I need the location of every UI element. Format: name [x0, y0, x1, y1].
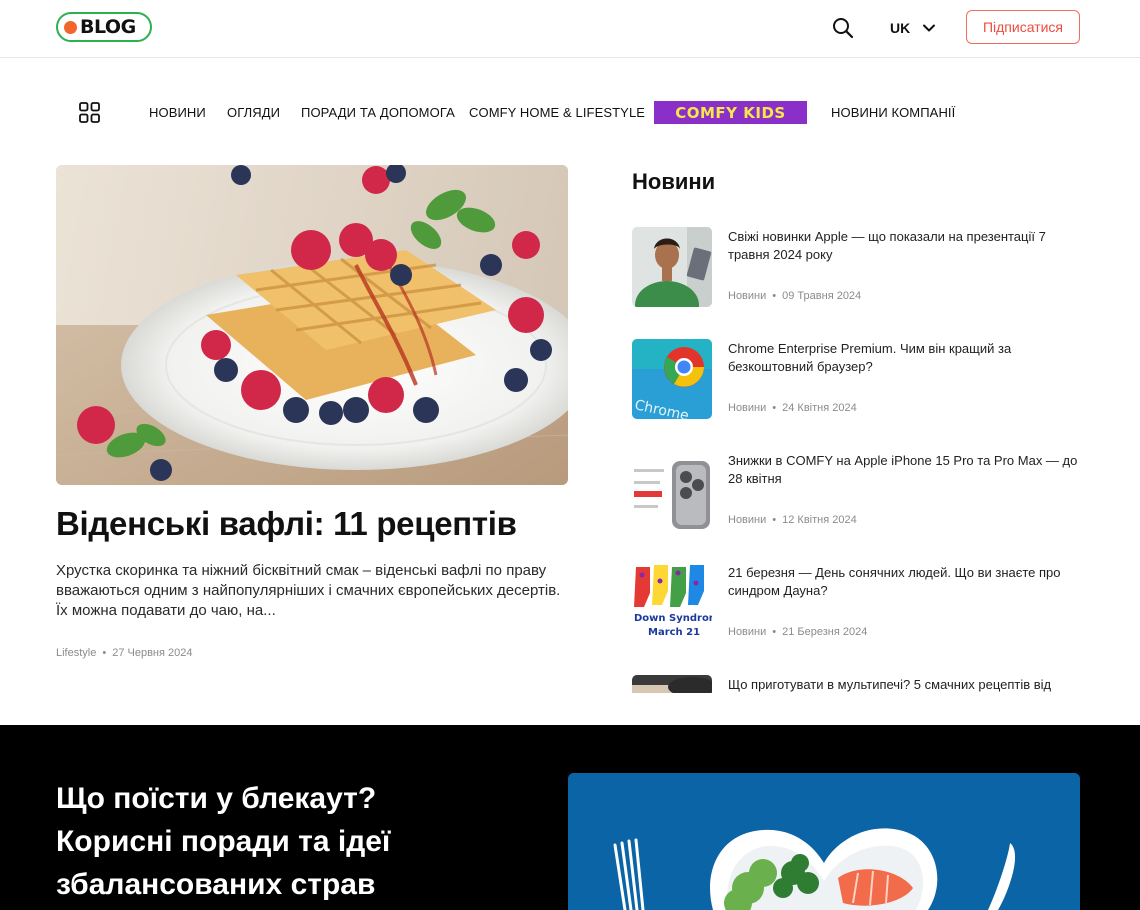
nav-item-news[interactable]: НОВИНИ: [149, 105, 206, 120]
news-meta: Новини • 24 Квітня 2024: [728, 402, 857, 414]
language-label: UK: [890, 20, 911, 36]
site-header: BLOG UK Підписатися: [0, 0, 1140, 58]
news-title[interactable]: Що приготувати в мультипечі? 5 смачних р…: [728, 676, 1080, 693]
news-list: Свіжі новинки Apple — що показали на пре…: [632, 227, 1082, 693]
news-item[interactable]: Знижки в COMFY на Apple iPhone 15 Pro та…: [632, 451, 1082, 531]
grid-menu-icon[interactable]: [79, 102, 100, 123]
nav-item-comfy-kids[interactable]: COMFY KIDS: [654, 101, 807, 124]
featured-meta: Lifestyle • 27 Червня 2024: [56, 647, 192, 659]
news-title[interactable]: Chrome Enterprise Premium. Чим він кращи…: [728, 340, 1080, 376]
down-syndrome-thumb-text: Down Syndrome: [634, 613, 712, 624]
news-category[interactable]: Новини: [728, 514, 766, 526]
chevron-down-icon: [923, 24, 936, 32]
logo-text: BLOG: [80, 16, 136, 38]
news-meta: Новини • 12 Квітня 2024: [728, 514, 857, 526]
news-item[interactable]: Down Syndrome March 21 21 березня — День…: [632, 563, 1082, 643]
news-item[interactable]: Свіжі новинки Apple — що показали на пре…: [632, 227, 1082, 307]
news-title[interactable]: Знижки в COMFY на Apple iPhone 15 Pro та…: [728, 452, 1080, 488]
news-section-heading: Новини: [632, 169, 716, 194]
nav-item-home-lifestyle[interactable]: COMFY HOME & LIFESTYLE: [469, 105, 645, 120]
meta-separator: •: [102, 647, 107, 659]
promo-section: Що поїсти у блекаут? Корисні поради та і…: [0, 725, 1140, 910]
news-title[interactable]: 21 березня — День сонячних людей. Що ви …: [728, 564, 1080, 600]
comfy-kids-logo-text: COMFY KIDS: [675, 103, 786, 122]
news-item[interactable]: Що приготувати в мультипечі? 5 смачних р…: [632, 675, 1082, 693]
featured-excerpt: Хрустка скоринка та ніжний бісквітний см…: [56, 562, 561, 619]
news-thumbnail: [632, 227, 712, 307]
march21-thumb-text: March 21: [648, 627, 700, 638]
news-category[interactable]: Новини: [728, 402, 766, 414]
language-selector[interactable]: UK: [890, 17, 936, 39]
news-thumbnail: [632, 675, 712, 693]
news-date: 09 Травня 2024: [782, 290, 862, 302]
featured-date: 27 Червня 2024: [112, 647, 193, 659]
news-thumbnail: [632, 451, 712, 531]
subscribe-button[interactable]: Підписатися: [966, 10, 1080, 44]
nav-item-tips[interactable]: ПОРАДИ ТА ДОПОМОГА: [301, 105, 455, 120]
category-nav: НОВИНИ ОГЛЯДИ ПОРАДИ ТА ДОПОМОГА COMFY H…: [0, 92, 1140, 132]
news-category[interactable]: Новини: [728, 626, 766, 638]
news-thumbnail: Down Syndrome March 21: [632, 563, 712, 643]
featured-category[interactable]: Lifestyle: [56, 647, 96, 659]
news-category[interactable]: Новини: [728, 290, 766, 302]
meta-separator: •: [772, 626, 777, 638]
news-date: 12 Квітня 2024: [782, 514, 857, 526]
meta-separator: •: [772, 514, 777, 526]
logo-dot: [64, 20, 77, 34]
news-item[interactable]: Chrome Chrome Enterprise Premium. Чим ві…: [632, 339, 1082, 419]
meta-separator: •: [772, 290, 777, 302]
news-date: 21 Березня 2024: [782, 626, 868, 638]
featured-title[interactable]: Віденські вафлі: 11 рецептів: [56, 505, 576, 543]
nav-item-company-news[interactable]: НОВИНИ КОМПАНІЇ: [831, 105, 955, 120]
news-date: 24 Квітня 2024: [782, 402, 857, 414]
meta-separator: •: [772, 402, 777, 414]
news-meta: Новини • 21 Березня 2024: [728, 626, 867, 638]
promo-title[interactable]: Що поїсти у блекаут? Корисні поради та і…: [56, 777, 476, 906]
nav-item-reviews[interactable]: ОГЛЯДИ: [227, 105, 280, 120]
search-icon[interactable]: [831, 16, 855, 40]
blog-logo[interactable]: BLOG: [56, 12, 152, 42]
news-meta: Новини • 09 Травня 2024: [728, 290, 861, 302]
promo-image[interactable]: [568, 773, 1080, 910]
featured-image[interactable]: [56, 165, 568, 485]
news-title[interactable]: Свіжі новинки Apple — що показали на пре…: [728, 228, 1080, 264]
news-thumbnail: Chrome: [632, 339, 712, 419]
